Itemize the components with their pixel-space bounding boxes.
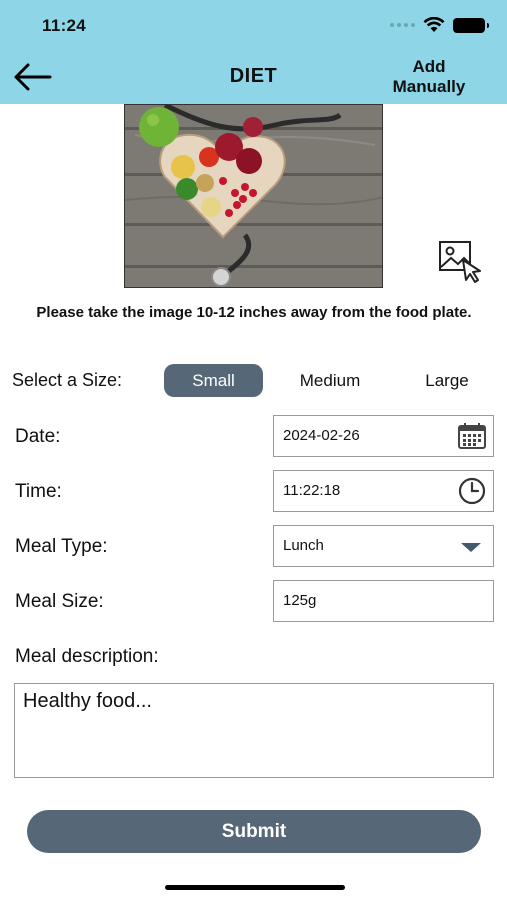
- size-option-medium[interactable]: Medium: [279, 364, 381, 397]
- time-value: 11:22:18: [283, 482, 341, 499]
- add-manually-button[interactable]: Add Manually: [381, 57, 477, 97]
- meal-size-value: 125g: [283, 592, 317, 609]
- back-button[interactable]: [12, 60, 54, 94]
- size-option-small[interactable]: Small: [164, 364, 263, 397]
- calendar-icon[interactable]: [457, 422, 487, 450]
- home-indicator[interactable]: [165, 885, 345, 890]
- meal-size-input[interactable]: 125g: [273, 580, 494, 622]
- meal-description-textarea[interactable]: Healthy food...: [14, 683, 494, 778]
- date-field[interactable]: 2024-02-26: [273, 415, 494, 457]
- meal-type-select[interactable]: Lunch: [273, 525, 494, 567]
- clock-icon[interactable]: [457, 477, 487, 505]
- battery-icon: [453, 17, 489, 33]
- meal-type-value: Lunch: [283, 537, 324, 554]
- wifi-icon: [423, 17, 445, 32]
- meal-description-value: Healthy food...: [23, 690, 152, 712]
- meal-description-label: Meal description:: [15, 646, 159, 667]
- header-bar: 11:24 DIET Add Manually: [0, 0, 507, 104]
- time-label: Time:: [15, 481, 62, 502]
- status-time: 11:24: [42, 16, 87, 35]
- food-photo: [124, 104, 383, 288]
- time-field[interactable]: 11:22:18: [273, 470, 494, 512]
- arrow-left-icon: [14, 63, 52, 91]
- dropdown-caret-icon: [461, 543, 481, 552]
- image-upload-icon: [439, 241, 481, 283]
- meal-type-label: Meal Type:: [15, 536, 108, 557]
- photo-instruction: Please take the image 10-12 inches away …: [36, 304, 472, 321]
- gallery-upload-button[interactable]: [436, 238, 486, 284]
- date-value: 2024-02-26: [283, 427, 360, 444]
- submit-button[interactable]: Submit: [27, 810, 481, 853]
- date-label: Date:: [15, 426, 61, 447]
- meal-size-label: Meal Size:: [15, 591, 104, 612]
- cellular-signal-icon: [390, 23, 415, 27]
- status-icons: [390, 17, 489, 33]
- size-selector-label: Select a Size:: [12, 370, 123, 390]
- size-option-large[interactable]: Large: [405, 364, 489, 397]
